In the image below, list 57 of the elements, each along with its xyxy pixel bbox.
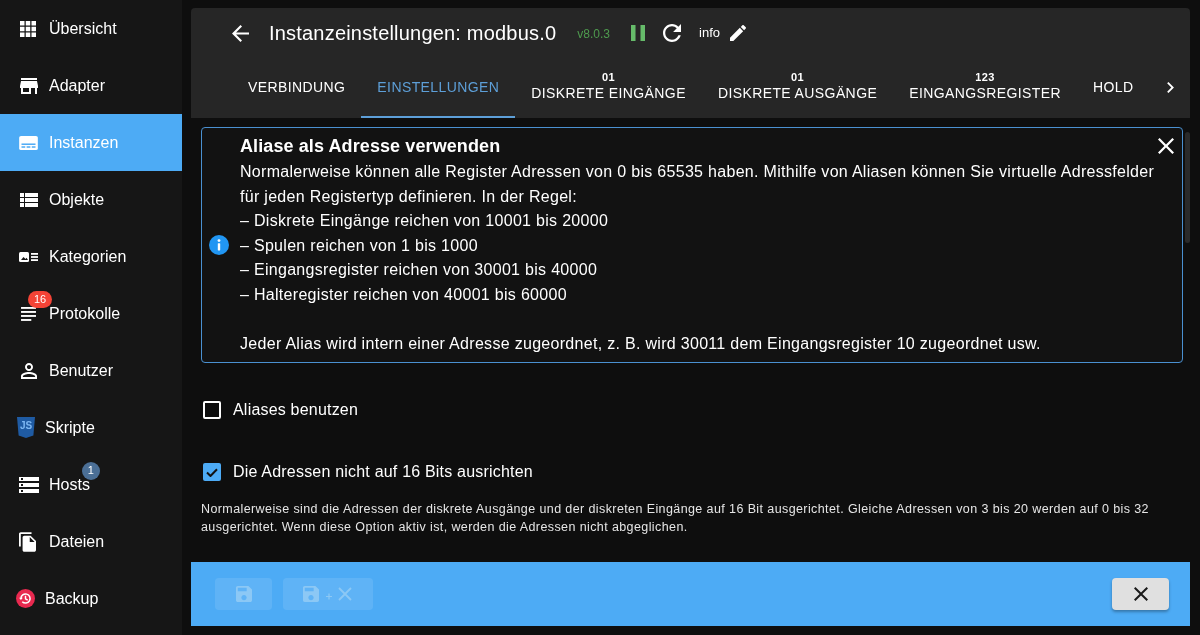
text-lines-icon	[21, 306, 36, 321]
tab[interactable]: 123 EINGANGSREGISTER	[893, 58, 1078, 118]
info-icon	[209, 235, 229, 255]
pause-icon[interactable]	[631, 25, 645, 41]
sidebar-item[interactable]: Hosts 1	[0, 456, 182, 513]
sidebar-item[interactable]: Objekte	[0, 171, 182, 228]
info-link[interactable]: info	[699, 25, 720, 41]
server-stack-icon	[19, 476, 39, 493]
list-icon	[20, 192, 38, 207]
sidebar-item[interactable]: Dateien	[0, 513, 182, 570]
count-badge: 16	[28, 290, 52, 308]
help-text: Normalerweise sind die Adressen der diskrete Ausgänge und der diskreten Eingänge auf 16 Bit ausgerichtet. Gleiche Adressen von 3 bis 20 werden auf 0 bis 32 ausgerichtet. Wenn diese Option aktiv ist, werden die Adressen nicht abgeglichen.	[201, 501, 1150, 536]
grid-icon	[20, 20, 36, 37]
refresh-icon[interactable]	[663, 24, 681, 42]
instance-card-icon	[19, 135, 38, 150]
save-close-icon	[303, 586, 353, 602]
sidebar-item[interactable]: 16 Protokolle	[0, 285, 182, 342]
close-icon	[1133, 587, 1148, 601]
storefront-icon	[20, 77, 38, 94]
person-icon	[21, 362, 37, 379]
chevron-right-icon[interactable]	[1166, 81, 1174, 93]
save-icon	[235, 586, 252, 602]
checkmark-icon	[206, 467, 218, 477]
checkbox[interactable]	[203, 401, 221, 419]
scrollbar-thumb[interactable]	[1185, 132, 1190, 243]
sidebar-item[interactable]: Kategorien	[0, 228, 182, 285]
list-item: – Eingangsregister reichen von 30001 bis 40000	[240, 260, 599, 280]
list-item: – Diskrete Eingänge reichen von 10001 bis 20000	[240, 211, 610, 231]
tab[interactable]: 01 DISKRETE AUSGÄNGE	[701, 58, 894, 118]
close-icon[interactable]	[1158, 138, 1174, 154]
close-button[interactable]	[1112, 578, 1169, 610]
files-icon	[19, 531, 36, 552]
js-logo: JS	[17, 417, 35, 438]
sidebar-item[interactable]: Übersicht	[0, 0, 182, 57]
tab[interactable]: VERBINDUNG	[232, 58, 362, 118]
category-icon	[19, 251, 38, 262]
version-label: v8.0.3	[577, 26, 610, 42]
checkbox[interactable]	[203, 463, 221, 481]
pencil-icon[interactable]	[730, 25, 746, 41]
history-icon	[16, 589, 35, 608]
checkbox-label[interactable]: Aliases benutzen	[233, 399, 359, 421]
sidebar-item[interactable]: Backup	[0, 570, 182, 627]
sidebar-item[interactable]: Benutzer	[0, 342, 182, 399]
tab[interactable]: EINSTELLUNGEN	[361, 58, 516, 118]
sidebar-item[interactable]: JS Skripte	[0, 399, 182, 456]
sidebar-item[interactable]: Adapter	[0, 57, 182, 114]
list-item: – Halteregister reichen von 40001 bis 60000	[240, 284, 568, 305]
page-title: Instanzeinstellungen: modbus.0	[269, 21, 557, 46]
alert-title: Aliase als Adresse verwenden	[240, 135, 502, 158]
list-item: – Spulen reichen von 1 bis 1000	[240, 235, 479, 256]
tab[interactable]: 01 DISKRETE EINGÄNGE	[515, 58, 702, 118]
checkbox-label[interactable]: Die Adressen nicht auf 16 Bits ausrichten	[233, 461, 533, 483]
alert-note: Jeder Alias wird intern einer Adresse zugeordnet, z. B. wird 30011 dem Eingangsregister 10 zugeordnet usw.	[240, 333, 1042, 354]
alert-text: Normalerweise können alle Register Adressen von 0 bis 65535 haben. Mithilfe von Aliasen können Sie virtuelle Adressfelder für jeden Registertyp definieren. In der Regel:	[240, 162, 1156, 207]
count-badge: 1	[81, 461, 100, 480]
tab[interactable]: HOLD	[1077, 58, 1150, 118]
back-arrow-icon[interactable]	[232, 24, 249, 42]
